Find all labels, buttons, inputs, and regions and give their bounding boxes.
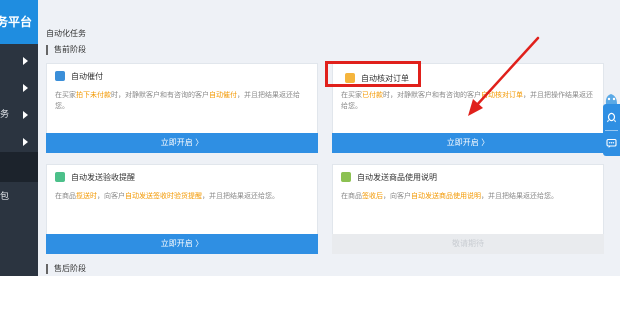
sidebar: 务平台 务 包 bbox=[0, 0, 38, 276]
enable-button[interactable]: 立即开启 〉 bbox=[46, 234, 318, 254]
divider bbox=[605, 130, 618, 131]
chevron-right-icon bbox=[23, 57, 28, 65]
sidebar-item-4[interactable] bbox=[0, 131, 38, 153]
enable-button[interactable]: 立即开启 〉 bbox=[332, 133, 604, 153]
card-description: 在商品签收后，向客户自动发送商品使用说明，并且把结果返还给您。 bbox=[341, 192, 558, 200]
app-window: 务平台 务 包 自动化任务 售前阶段 自动催付 在买家拍下未付款时，对静默客户和… bbox=[0, 0, 620, 309]
chevron-right-icon bbox=[23, 138, 28, 146]
task-card-auto-payment-reminder: 自动催付 在买家拍下未付款时，对静默客户和有咨询的客户自动催付，并且把结果返还给… bbox=[46, 63, 318, 153]
page-title: 自动化任务 bbox=[46, 29, 86, 38]
annotation-highlight-box bbox=[325, 61, 421, 87]
reminder-icon bbox=[55, 71, 65, 81]
chevron-right-icon bbox=[23, 84, 28, 92]
sidebar-item-active[interactable] bbox=[0, 152, 38, 182]
card-title-text: 自动发送验收提醒 bbox=[71, 173, 135, 182]
sidebar-item-3[interactable]: 务 bbox=[0, 104, 38, 126]
chevron-right-icon bbox=[23, 111, 28, 119]
enable-button[interactable]: 立即开启 〉 bbox=[46, 133, 318, 153]
brand-title: 务平台 bbox=[0, 0, 38, 44]
card-description: 在买家拍下未付款时，对静默客户和有咨询的客户自动催付，并且把结果返还给您。 bbox=[55, 91, 300, 110]
card-description: 在商品揽送时，向客户自动发送签收时验货提醒，并且把结果返还给您。 bbox=[55, 192, 279, 200]
floating-service-bar bbox=[603, 104, 620, 156]
card-title: 自动催付 bbox=[55, 70, 103, 84]
card-title-text: 自动催付 bbox=[71, 72, 103, 81]
section-heading-aftersale: 售后阶段 bbox=[46, 264, 86, 274]
chat-icon[interactable] bbox=[606, 138, 617, 149]
sidebar-item-5[interactable]: 包 bbox=[0, 186, 38, 208]
card-description: 在买家已付款时，对静默客户和有咨询的客户自动核对订单，并且把操作结果返还给您。 bbox=[341, 91, 593, 110]
card-title: 自动发送商品使用说明 bbox=[341, 171, 437, 185]
coming-soon-button: 敬请期待 bbox=[332, 234, 604, 254]
sidebar-item-label: 包 bbox=[0, 192, 10, 202]
section-heading-presale: 售前阶段 bbox=[46, 45, 86, 55]
acceptance-reminder-icon bbox=[55, 172, 65, 182]
sidebar-item-2[interactable] bbox=[0, 77, 38, 99]
card-title-text: 自动发送商品使用说明 bbox=[357, 173, 437, 182]
qq-icon[interactable] bbox=[606, 112, 617, 123]
main-content: 自动化任务 售前阶段 自动催付 在买家拍下未付款时，对静默客户和有咨询的客户自动… bbox=[38, 0, 620, 276]
task-card-auto-acceptance-reminder: 自动发送验收提醒 在商品揽送时，向客户自动发送签收时验货提醒，并且把结果返还给您… bbox=[46, 164, 318, 254]
product-manual-icon bbox=[341, 172, 351, 182]
task-card-auto-product-manual: 自动发送商品使用说明 在商品签收后，向客户自动发送商品使用说明，并且把结果返还给… bbox=[332, 164, 604, 254]
card-title: 自动发送验收提醒 bbox=[55, 171, 135, 185]
sidebar-item-1[interactable] bbox=[0, 50, 38, 72]
sidebar-item-label: 务 bbox=[0, 110, 10, 120]
